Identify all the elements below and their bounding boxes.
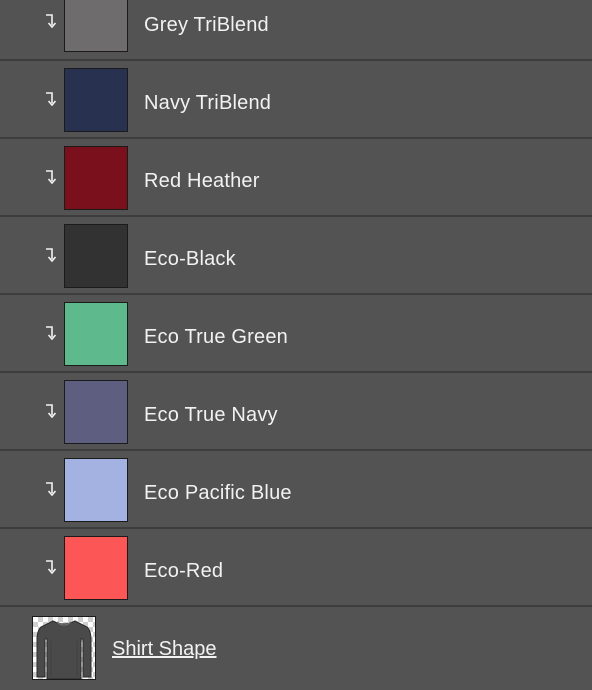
layer-row-eco-true-green[interactable]: Eco True Green [0,295,592,373]
layer-row-red-heather[interactable]: Red Heather [0,139,592,217]
layer-name: Eco-Red [144,560,224,582]
clipping-mask-arrow-icon [46,14,56,29]
layer-name: Red Heather [144,170,260,192]
layer-color-swatch [64,380,128,444]
layer-color-swatch [64,536,128,600]
layer-row-eco-true-navy[interactable]: Eco True Navy [0,373,592,451]
layer-name: Eco Pacific Blue [144,482,292,504]
layer-row-eco-pacific-blue[interactable]: Eco Pacific Blue [0,451,592,529]
clipping-mask-arrow-icon [46,560,56,575]
layer-name: Eco-Black [144,248,236,270]
layer-color-swatch [64,458,128,522]
shirt-thumbnail-icon [36,620,92,679]
layers-panel: Grey TriBlend Navy TriBlend Red Heather … [0,0,592,690]
layer-row-eco-black[interactable]: Eco-Black [0,217,592,295]
layer-row-grey-triblend[interactable]: Grey TriBlend [0,0,592,61]
layer-name: Shirt Shape [112,638,217,660]
layer-row-navy-triblend[interactable]: Navy TriBlend [0,61,592,139]
layer-name: Grey TriBlend [144,14,269,36]
layer-color-swatch [64,0,128,52]
layer-color-swatch [64,68,128,132]
layer-row-eco-red[interactable]: Eco-Red [0,529,592,607]
clipping-mask-arrow-icon [46,170,56,185]
shirt-thumbnail-icon [32,616,96,680]
clipping-mask-arrow-icon [46,404,56,419]
layer-name: Navy TriBlend [144,92,272,114]
layer-color-swatch [64,146,128,210]
layer-row-shirt-shape[interactable]: Shirt Shape [0,607,592,690]
clipping-mask-arrow-icon [46,482,56,497]
layer-name: Eco True Navy [144,404,278,426]
layer-name: Eco True Green [144,326,288,348]
clipping-mask-arrow-icon [46,248,56,263]
clipping-mask-arrow-icon [46,92,56,107]
layer-color-swatch [64,224,128,288]
layer-color-swatch [64,302,128,366]
clipping-mask-arrow-icon [46,326,56,341]
